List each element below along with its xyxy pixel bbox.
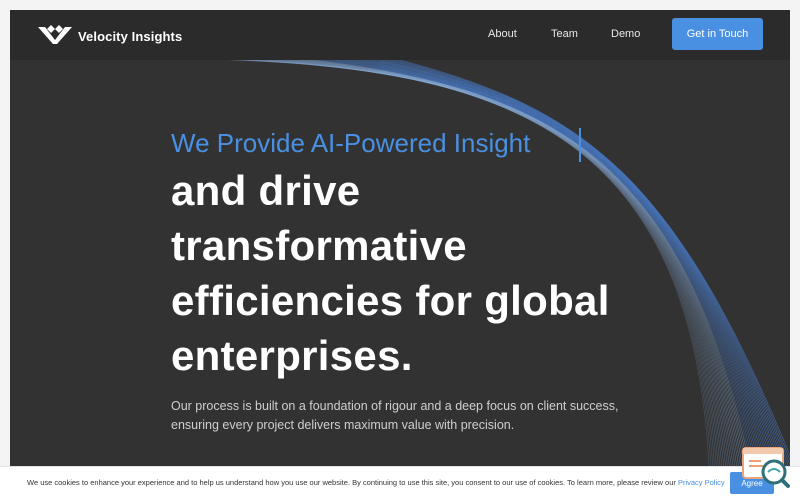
hero-subtitle-line-1: Our process is built on a foundation of … (171, 399, 619, 413)
hero-subtitle-line-2: ensuring every project delivers maximum … (171, 418, 515, 432)
page-frame: Velocity Insights About Team Demo Get in… (10, 10, 790, 490)
velocity-logo-icon (38, 24, 72, 49)
privacy-policy-link[interactable]: Privacy Policy (678, 478, 725, 487)
nav-link-about[interactable]: About (488, 28, 517, 40)
brand-name: Velocity Insights (78, 29, 183, 44)
hero-heading-line-2: transformative (171, 222, 467, 269)
hero-heading-line-3: efficiencies for global (171, 277, 610, 324)
nav-link-demo[interactable]: Demo (611, 28, 640, 40)
typing-caret (579, 128, 581, 162)
cookie-text: We use cookies to enhance your experienc… (27, 478, 676, 487)
get-in-touch-button[interactable]: Get in Touch (672, 18, 763, 50)
hero-accent-heading: We Provide AI-Powered Insight (171, 128, 531, 158)
nav-link-team[interactable]: Team (551, 28, 578, 40)
logo[interactable]: Velocity Insights (38, 24, 182, 49)
navbar: Velocity Insights About Team Demo Get in… (10, 10, 790, 60)
cookie-message: We use cookies to enhance your experienc… (27, 478, 725, 487)
cookie-banner: We use cookies to enhance your experienc… (0, 466, 800, 500)
search-chat-icon[interactable] (741, 446, 791, 490)
wave-line (399, 59, 790, 457)
hero-heading-line-1: and drive (171, 167, 361, 214)
hero-heading-line-4: enterprises. (171, 332, 413, 379)
